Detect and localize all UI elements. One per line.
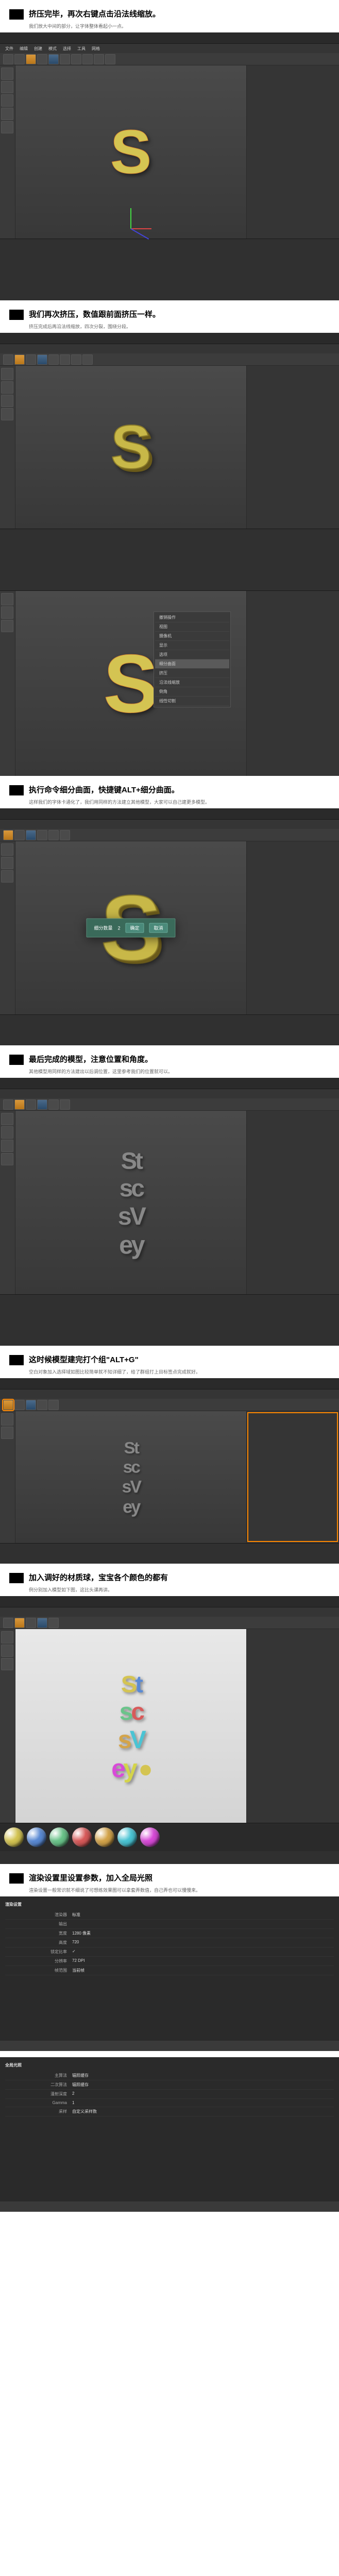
step-subtitle: 例分别加入模型如下图，这比头课再讲。 — [9, 1586, 330, 1593]
context-menu-item[interactable]: 细分曲面 — [155, 659, 229, 669]
tool-icon[interactable] — [26, 54, 36, 64]
tool-icon[interactable] — [3, 54, 13, 64]
side-tool-icon[interactable] — [1, 94, 13, 107]
panel-bottom — [0, 239, 339, 300]
viewport[interactable]: S — [15, 65, 246, 239]
context-menu-item[interactable]: 选项 — [155, 650, 229, 659]
tool-icon[interactable] — [37, 54, 47, 64]
material-browser[interactable] — [0, 1823, 339, 1851]
context-menu-item[interactable]: 线性切割 — [155, 697, 229, 706]
side-tool-icon[interactable] — [1, 81, 13, 93]
model-stack: St sc sV ey — [117, 1148, 144, 1260]
gi-title: 全局光照 — [5, 2062, 334, 2071]
menubar[interactable]: 文件 编辑 创建 模式 选择 工具 网格 — [0, 44, 339, 53]
c4d-screenshot-2: S S 撤销操作 视图 摄像机 显示 选项 细分曲面 挤压 沿法线缩放 倒角 — [0, 333, 339, 776]
context-menu-item[interactable]: 沿法线缩放 — [155, 678, 229, 687]
titlebar — [0, 32, 339, 44]
material-ball[interactable] — [27, 1827, 46, 1847]
c4d-screenshot-5: St sc sV ey — [0, 1378, 339, 1564]
step-title: 这时候模型建完打个组"ALT+G" — [9, 1355, 330, 1365]
tool-icon[interactable] — [94, 54, 104, 64]
step-title: 渲染设置里设置参数，加入全局光照 — [9, 1873, 330, 1884]
letter-s-model: S — [110, 116, 151, 188]
side-tool-icon[interactable] — [1, 121, 13, 133]
material-ball[interactable] — [117, 1827, 137, 1847]
popup-value[interactable]: 2 — [117, 925, 120, 930]
model-stack-colored: St sc sV ey — [111, 1671, 151, 1784]
tool-icon[interactable] — [105, 54, 115, 64]
tool-icon[interactable] — [14, 54, 25, 64]
context-menu-item[interactable]: 视图 — [155, 622, 229, 632]
c4d-screenshot-1: 文件 编辑 创建 模式 选择 工具 网格 — [0, 32, 339, 300]
step-title: 挤压完毕，再次右键点击沿法线缩放。 — [9, 9, 330, 20]
context-menu-item[interactable]: 显示 — [155, 641, 229, 650]
material-ball[interactable] — [4, 1827, 24, 1847]
step-subtitle: 其他模型用同样的方法建出以后调位置，这里参考我们的位置就可以。 — [9, 1068, 330, 1075]
context-menu[interactable]: 撤销操作 视图 摄像机 显示 选项 细分曲面 挤压 沿法线缩放 倒角 线性切割 — [154, 612, 231, 707]
step-title: 最后完成的模型，注意位置和角度。 — [9, 1055, 330, 1065]
context-menu-item[interactable]: 挤压 — [155, 669, 229, 678]
render-settings-panel-gi[interactable]: 全局光照 主算法辐照缓存 二次算法辐照缓存 漫射深度2 Gamma1 采样自定义… — [0, 2057, 339, 2201]
material-ball[interactable] — [140, 1827, 160, 1847]
letter-s-model: S — [104, 636, 159, 731]
ok-button[interactable]: 确定 — [126, 923, 144, 933]
context-menu-item[interactable]: 倒角 — [155, 687, 229, 697]
sidebar-left — [0, 65, 15, 239]
step-subtitle: 我们放大中间的部分，让字体整体看起小一点。 — [9, 23, 330, 29]
render-title: 渲染设置 — [5, 1902, 334, 1910]
c4d-screenshot-7b: 全局光照 主算法辐照缓存 二次算法辐照缓存 漫射深度2 Gamma1 采样自定义… — [0, 2057, 339, 2212]
c4d-screenshot-3: S 细分数量 2 确定 取消 — [0, 808, 339, 1045]
model-stack: St sc sV ey — [122, 1439, 140, 1518]
ball-icon — [140, 1765, 151, 1776]
step-subtitle: 挤压完成后再沿法线缩放，四次分裂，围绕分段。 — [9, 323, 330, 330]
step-title: 加入调好的材质球，宝宝各个颜色的都有 — [9, 1573, 330, 1583]
step-subtitle: 这样我们的字体卡通化了，我们用同样的方法建立其他模型，大家可以自己建更多模型。 — [9, 799, 330, 805]
render-settings-panel[interactable]: 渲染设置 渲染器标准 输出 宽度1280 像素 高度720 锁定比率✓ 分辨率7… — [0, 1896, 339, 2041]
c4d-screenshot-4: St sc sV ey — [0, 1078, 339, 1346]
subdivide-popup[interactable]: 细分数量 2 确定 取消 — [86, 919, 175, 938]
tool-icon[interactable] — [60, 54, 70, 64]
side-tool-icon[interactable] — [1, 108, 13, 120]
step-title: 执行命令细分曲面，快捷键ALT+细分曲面。 — [9, 785, 330, 795]
side-tool-icon[interactable] — [1, 67, 13, 80]
letter-s-extruded: S — [111, 411, 151, 483]
panel-right — [246, 65, 339, 239]
material-ball[interactable] — [95, 1827, 114, 1847]
c4d-screenshot-7a: 渲染设置 渲染器标准 输出 宽度1280 像素 高度720 锁定比率✓ 分辨率7… — [0, 1896, 339, 2051]
material-ball[interactable] — [72, 1827, 92, 1847]
popup-label: 细分数量 — [94, 925, 112, 931]
step-title: 我们再次挤压，数值跟前面挤压一样。 — [9, 310, 330, 320]
tool-icon[interactable] — [71, 54, 81, 64]
tool-icon[interactable] — [82, 54, 93, 64]
material-ball[interactable] — [49, 1827, 69, 1847]
c4d-screenshot-6: St sc sV ey — [0, 1596, 339, 1864]
cancel-button[interactable]: 取消 — [149, 923, 168, 933]
toolbar — [0, 53, 339, 65]
context-menu-item[interactable]: 撤销操作 — [155, 613, 229, 622]
step-subtitle: 渲染设置一般常识就不细说了可想练效果图可以拿套弄数值，自己弄也可以慢慢来。 — [9, 1887, 330, 1893]
tool-icon[interactable] — [48, 54, 59, 64]
context-menu-item[interactable]: 摄像机 — [155, 632, 229, 641]
step-subtitle: 空白对象加入选择域如图比较简单就不知详细了，给了群组打上目标签点完成就好。 — [9, 1368, 330, 1375]
